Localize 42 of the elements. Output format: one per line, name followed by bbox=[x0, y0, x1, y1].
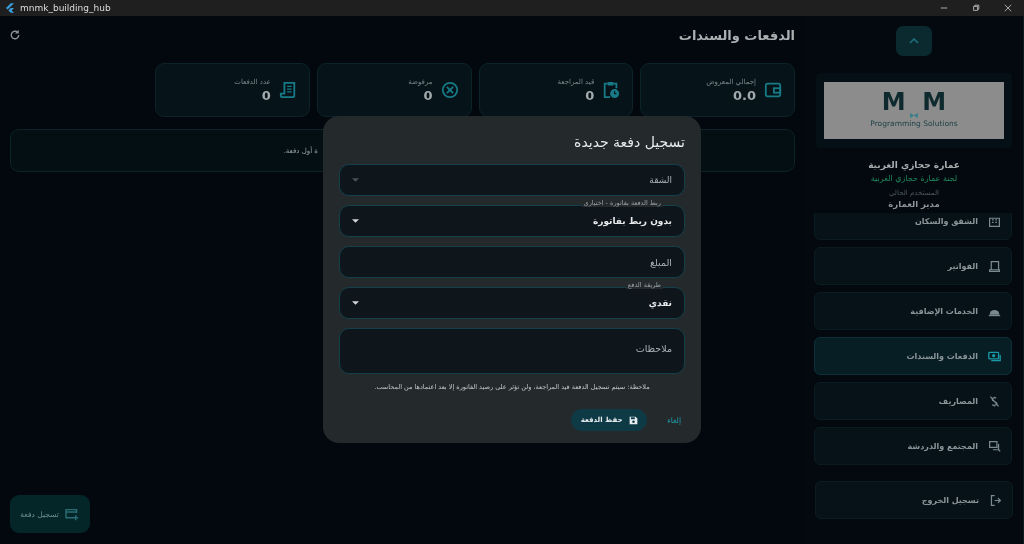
minimize-icon[interactable] bbox=[940, 4, 948, 12]
stat-value: 0 bbox=[422, 87, 433, 103]
nav-item[interactable]: المجتمع والدردشة bbox=[814, 427, 1012, 465]
building-name: عمارة حجازي الغربية bbox=[868, 160, 960, 170]
stat-value: 0.0 bbox=[731, 87, 756, 103]
nav-item[interactable]: الدفعات والسندات bbox=[814, 337, 1012, 375]
receipt-icon bbox=[988, 259, 1001, 273]
wallet-icon bbox=[764, 81, 782, 99]
money-off-icon bbox=[988, 394, 1001, 408]
user-role: مدير العمارة bbox=[888, 199, 940, 209]
nav-item[interactable]: الشقق والسكان bbox=[814, 213, 1012, 240]
receipt-icon bbox=[278, 81, 297, 99]
chevron-up-icon bbox=[909, 38, 919, 44]
app-logo-icon bbox=[6, 3, 14, 13]
caret-icon bbox=[352, 219, 359, 223]
card-plus-icon bbox=[64, 507, 80, 521]
input-field[interactable]: المبلغ bbox=[339, 246, 685, 278]
stat-value: 0 bbox=[260, 87, 271, 103]
committee-name: لجنة عمارة حجازي الغربية bbox=[870, 174, 958, 183]
logout-icon bbox=[989, 493, 1002, 507]
dialog-title: تسجيل دفعة جديدة bbox=[573, 134, 685, 150]
nav-item[interactable]: الخدمات الإضافية bbox=[814, 292, 1012, 330]
cancel-icon bbox=[440, 81, 459, 99]
page-title: الدفعات والسندات bbox=[678, 27, 795, 43]
save-icon bbox=[628, 415, 638, 425]
close-icon[interactable] bbox=[1004, 4, 1012, 12]
caret-icon bbox=[352, 301, 359, 305]
notes-field[interactable]: ملاحظات bbox=[339, 328, 685, 374]
logo-wordmark: M M bbox=[881, 92, 947, 113]
refresh-icon[interactable] bbox=[9, 29, 21, 41]
dropdown-field: الشقة bbox=[339, 164, 685, 196]
chat-icon bbox=[988, 439, 1001, 453]
restore-icon[interactable] bbox=[972, 4, 980, 12]
cash-icon bbox=[988, 349, 1001, 363]
clipboard-clock-icon bbox=[602, 81, 621, 99]
logout-button[interactable]: تسجيل الخروج bbox=[815, 481, 1013, 519]
nav-item[interactable]: الفواتير bbox=[814, 247, 1012, 285]
nav-item[interactable]: المصاريف bbox=[814, 382, 1012, 420]
window-title: mnmk_building_hub bbox=[20, 3, 111, 13]
caret-icon bbox=[352, 178, 359, 182]
stat-value: 0 bbox=[584, 87, 595, 103]
bowtie-icon bbox=[910, 113, 918, 118]
